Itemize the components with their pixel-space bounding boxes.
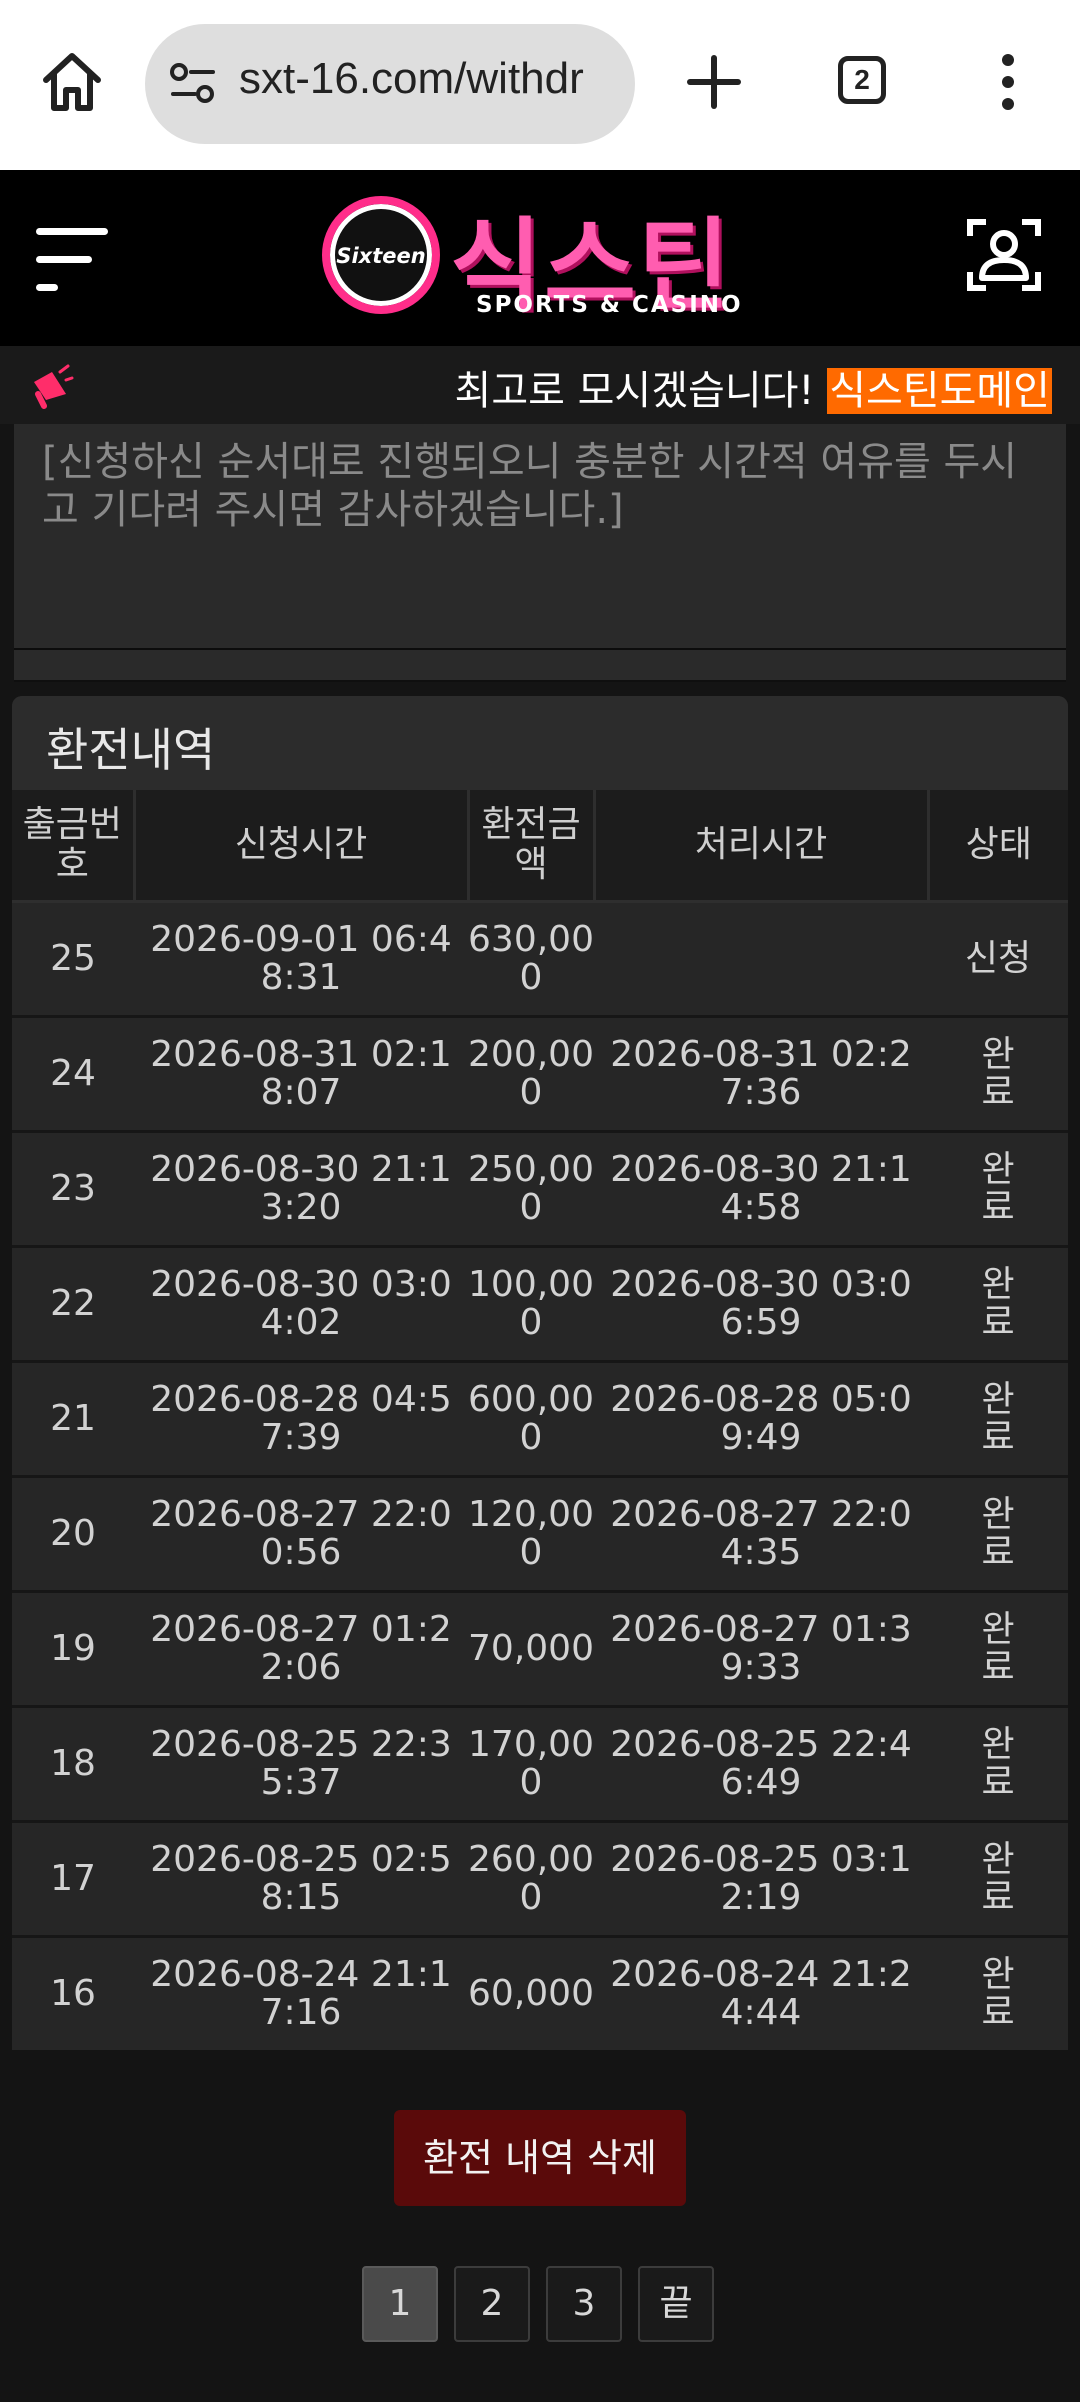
marquee-highlight: 식스틴도메인 [827,368,1052,414]
processed-time-cell: 2026-08-25 03:12:19 [594,1821,928,1938]
processed-time-cell: 2026-08-30 03:06:59 [594,1246,928,1363]
site-header: Sixteen 식스틴 SPORTS & CASINO [0,170,1080,346]
status-cell: 완료 [928,1476,1068,1593]
status-cell: 완료 [928,1246,1068,1363]
requested-time-cell: 2026-08-28 04:57:39 [134,1361,468,1478]
table-row: 23 2026-08-30 21:13:20 250,000 2026-08-30 2… [12,1131,1068,1248]
withdrawal-history-panel: 환전내역 출금번호 신청시간 환전금액 처리시간 상태 25 2026-09-01… [12,696,1068,2050]
row-number-cell: 23 [12,1131,134,1248]
amount-cell: 600,000 [468,1361,594,1478]
notice-box: [신청하신 순서대로 진행되오니 충분한 시간적 여유를 두시고 기다려 주시면… [14,424,1066,682]
requested-time-cell: 2026-08-25 02:58:15 [134,1821,468,1938]
amount-cell: 120,000 [468,1476,594,1593]
amount-cell: 70,000 [468,1591,594,1708]
processed-time-cell: 2026-08-30 21:14:58 [594,1131,928,1248]
processed-time-cell: 2026-08-27 22:04:35 [594,1476,928,1593]
processed-time-cell: 2026-08-28 05:09:49 [594,1361,928,1478]
table-header-row: 출금번호 신청시간 환전금액 처리시간 상태 [12,790,1068,903]
row-number-cell: 21 [12,1361,134,1478]
amount-cell: 200,000 [468,1016,594,1133]
megaphone-icon [34,364,74,409]
status-cell: 완료 [928,1936,1068,2050]
column-header-number: 출금번호 [12,790,136,903]
status-cell: 완료 [928,1591,1068,1708]
status-cell: 완료 [928,1821,1068,1938]
url-bar[interactable]: sxt-16.com/withdr [145,24,635,144]
requested-time-cell: 2026-08-30 21:13:20 [134,1131,468,1248]
row-number-cell: 16 [12,1936,134,2050]
row-number-cell: 25 [12,901,134,1018]
status-cell: 완료 [928,1361,1068,1478]
table-row: 16 2026-08-24 21:17:16 60,000 2026-08-24 21… [12,1936,1068,2050]
table-row: 20 2026-08-27 22:00:56 120,000 2026-08-27 2… [12,1476,1068,1593]
new-tab-icon[interactable] [682,50,746,114]
column-header-processed: 처리시간 [594,790,930,903]
announcement-marquee: 최고로 모시겠습니다! 식스틴도메인 [0,346,1080,424]
column-header-amount: 환전금액 [468,790,596,903]
row-number-cell: 19 [12,1591,134,1708]
requested-time-cell: 2026-08-24 21:17:16 [134,1936,468,2050]
more-options-icon[interactable] [990,50,1026,114]
processed-time-cell: 2026-08-24 21:24:44 [594,1936,928,2050]
page-button-2[interactable]: 2 [454,2266,530,2342]
site-settings-icon[interactable] [169,62,217,106]
table-row: 24 2026-08-31 02:18:07 200,000 2026-08-31 0… [12,1016,1068,1133]
panel-title: 환전내역 [46,723,216,777]
row-number-cell: 22 [12,1246,134,1363]
row-number-cell: 18 [12,1706,134,1823]
amount-cell: 260,000 [468,1821,594,1938]
table-row: 22 2026-08-30 03:04:02 100,000 2026-08-30 0… [12,1246,1068,1363]
table-row: 21 2026-08-28 04:57:39 600,000 2026-08-28 0… [12,1361,1068,1478]
table-row: 25 2026-09-01 06:48:31 630,000 신청 [12,901,1068,1018]
profile-icon[interactable] [966,216,1042,292]
divider [14,648,1066,650]
row-number-cell: 24 [12,1016,134,1133]
panel-header: 환전내역 [12,696,1068,790]
amount-cell: 630,000 [468,901,594,1018]
amount-cell: 60,000 [468,1936,594,2050]
processed-time-cell [594,901,928,1018]
home-icon[interactable] [38,48,106,116]
requested-time-cell: 2026-08-27 22:00:56 [134,1476,468,1593]
requested-time-cell: 2026-09-01 06:48:31 [134,901,468,1018]
table-row: 19 2026-08-27 01:22:06 70,000 2026-08-27 01… [12,1591,1068,1708]
browser-toolbar: sxt-16.com/withdr 2 [0,0,1080,170]
hamburger-menu-icon[interactable] [36,220,116,300]
requested-time-cell: 2026-08-30 03:04:02 [134,1246,468,1363]
logo-subtitle: SPORTS & CASINO [476,292,743,318]
requested-time-cell: 2026-08-25 22:35:37 [134,1706,468,1823]
url-text: sxt-16.com/withdr [239,54,584,103]
page-button-last[interactable]: 끝 [638,2266,714,2342]
processed-time-cell: 2026-08-25 22:46:49 [594,1706,928,1823]
notice-text: [신청하신 순서대로 진행되오니 충분한 시간적 여유를 두시고 기다려 주시면… [42,439,1018,533]
marquee-text: 최고로 모시겠습니다! 식스틴도메인 [454,368,1052,414]
row-number-cell: 17 [12,1821,134,1938]
site-logo[interactable]: Sixteen 식스틴 SPORTS & CASINO [318,192,758,324]
page-button-3[interactable]: 3 [546,2266,622,2342]
requested-time-cell: 2026-08-31 02:18:07 [134,1016,468,1133]
table-row: 17 2026-08-25 02:58:15 260,000 2026-08-25 0… [12,1821,1068,1938]
processed-time-cell: 2026-08-27 01:39:33 [594,1591,928,1708]
withdrawal-history-table: 출금번호 신청시간 환전금액 처리시간 상태 25 2026-09-01 06:4… [12,790,1068,2050]
column-header-status: 상태 [928,790,1068,903]
status-cell: 완료 [928,1016,1068,1133]
amount-cell: 250,000 [468,1131,594,1248]
row-number-cell: 20 [12,1476,134,1593]
table-row: 18 2026-08-25 22:35:37 170,000 2026-08-25 2… [12,1706,1068,1823]
delete-history-button[interactable]: 환전 내역 삭제 [394,2110,686,2206]
status-cell: 완료 [928,1706,1068,1823]
processed-time-cell: 2026-08-31 02:27:36 [594,1016,928,1133]
page-button-1[interactable]: 1 [362,2266,438,2342]
status-cell: 완료 [928,1131,1068,1248]
status-cell: 신청 [928,901,1068,1018]
tab-switcher-button[interactable]: 2 [838,56,886,104]
logo-badge: Sixteen [322,196,440,314]
column-header-requested: 신청시간 [134,790,470,903]
requested-time-cell: 2026-08-27 01:22:06 [134,1591,468,1708]
amount-cell: 170,000 [468,1706,594,1823]
amount-cell: 100,000 [468,1246,594,1363]
